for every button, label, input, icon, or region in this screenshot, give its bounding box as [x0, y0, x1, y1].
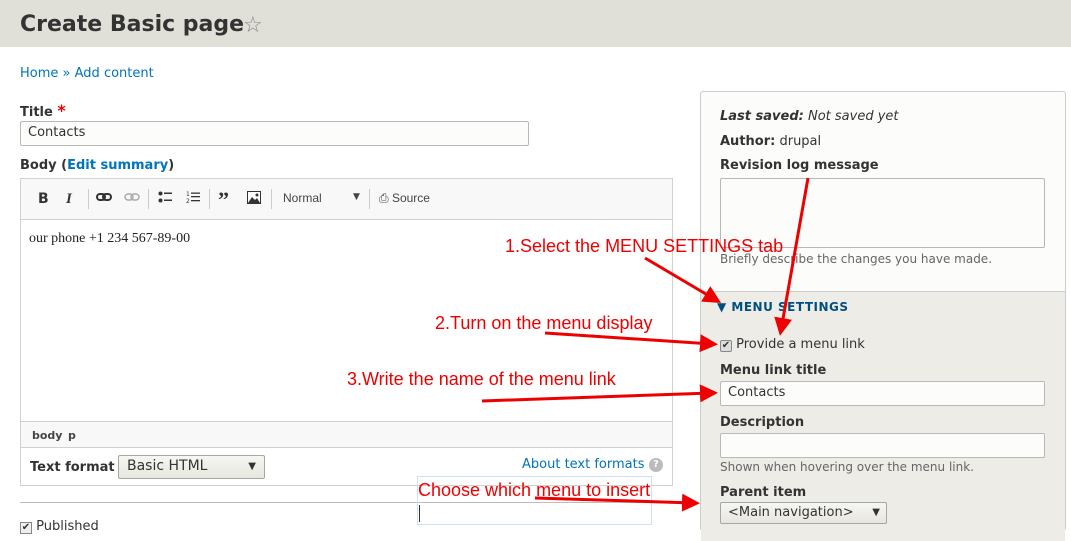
toolbar-separator: [369, 189, 370, 209]
body-label-end: ): [168, 158, 175, 173]
text-format-label: Text format: [30, 460, 115, 475]
menu-settings-tab[interactable]: ▼ MENU SETTINGS: [717, 300, 849, 314]
breadcrumb: Home » Add content: [20, 66, 154, 81]
toolbar-separator: [88, 189, 89, 209]
annotation-step4: Choose which menu to insert: [418, 480, 651, 500]
sidebar-meta: Last saved: Not saved yet Author: drupal…: [700, 91, 1066, 541]
text-format-select[interactable]: Basic HTML ▼: [118, 455, 265, 479]
italic-icon[interactable]: I: [66, 191, 72, 208]
body-label: Body (Edit summary): [20, 158, 174, 173]
menu-settings-label: MENU SETTINGS: [731, 300, 849, 314]
parent-item-label: Parent item: [720, 485, 807, 500]
text-cursor: [419, 505, 420, 522]
annotation-step2: 2.Turn on the menu display: [435, 313, 653, 333]
revision-label: Revision log message: [720, 158, 879, 173]
breadcrumb-home[interactable]: Home: [20, 66, 58, 81]
author-value: drupal: [779, 134, 822, 149]
format-select[interactable]: Normal: [283, 191, 322, 205]
bullet-list-icon[interactable]: [158, 190, 172, 208]
last-saved-value: Not saved yet: [807, 109, 899, 124]
help-icon[interactable]: ?: [649, 458, 663, 472]
last-saved-label: Last saved:: [720, 109, 804, 124]
last-saved: Last saved: Not saved yet: [720, 109, 899, 124]
path-body[interactable]: body: [32, 429, 62, 442]
menu-settings-section: ▼ MENU SETTINGS ✔ Provide a menu link Me…: [701, 291, 1065, 541]
svg-text:2: 2: [186, 198, 190, 204]
chevron-down-icon[interactable]: ▼: [353, 192, 360, 202]
description-help: Shown when hovering over the menu link.: [720, 460, 974, 474]
required-mark: *: [57, 101, 66, 120]
annotation-step3: 3.Write the name of the menu link: [347, 369, 616, 389]
description-input[interactable]: [720, 433, 1045, 458]
toolbar-separator: [271, 189, 272, 209]
editor-toolbar: B I 12 ” Normal ▼ ⎙ Source: [21, 179, 672, 220]
provide-menu-link-row[interactable]: ✔ Provide a menu link: [720, 337, 865, 352]
parent-item-value: <Main navigation>: [728, 505, 854, 520]
parent-item-select[interactable]: <Main navigation> ▼: [720, 502, 887, 524]
breadcrumb-add-content[interactable]: Add content: [75, 66, 154, 81]
svg-text:1: 1: [186, 191, 190, 198]
chevron-down-icon: ▼: [872, 507, 880, 518]
source-button[interactable]: ⎙ Source: [379, 191, 430, 206]
link-icon[interactable]: [96, 190, 112, 208]
title-label-text: Title: [20, 105, 53, 120]
menu-link-title-label: Menu link title: [720, 363, 827, 378]
author: Author: drupal: [720, 134, 821, 149]
star-outline-icon[interactable]: ☆: [243, 13, 263, 38]
body-label-text: Body (: [20, 158, 68, 173]
source-icon: ⎙: [379, 191, 389, 205]
unlink-icon[interactable]: [124, 190, 140, 208]
page-title: Create Basic page: [20, 12, 245, 37]
triangle-down-icon: ▼: [717, 300, 727, 314]
path-p[interactable]: p: [68, 429, 76, 442]
about-text-formats-link[interactable]: About text formats: [522, 457, 645, 472]
text-format-value: Basic HTML: [127, 458, 208, 474]
source-label: Source: [391, 191, 430, 205]
toolbar-separator: [209, 189, 210, 209]
element-path-bar: body p: [21, 421, 672, 448]
title-label: Title *: [20, 101, 66, 120]
published-checkbox[interactable]: ✔: [20, 522, 32, 534]
provide-menu-link-checkbox[interactable]: ✔: [720, 340, 732, 352]
image-icon[interactable]: [247, 191, 261, 208]
toolbar-separator: [148, 189, 149, 209]
provide-menu-link-label: Provide a menu link: [736, 337, 865, 352]
annotation-step1: 1.Select the MENU SETTINGS tab: [505, 236, 784, 256]
editor-content[interactable]: our phone +1 234 567-89-00: [29, 231, 190, 247]
numbered-list-icon[interactable]: 12: [186, 190, 200, 208]
author-label: Author:: [720, 134, 776, 149]
description-label: Description: [720, 415, 805, 430]
chevron-down-icon: ▼: [248, 461, 256, 472]
breadcrumb-separator: »: [62, 66, 71, 81]
edit-summary-link[interactable]: Edit summary: [67, 158, 168, 173]
title-input[interactable]: Contacts: [20, 121, 529, 146]
blockquote-icon[interactable]: ”: [218, 187, 229, 213]
bold-icon[interactable]: B: [38, 191, 49, 207]
menu-link-title-input[interactable]: Contacts: [720, 381, 1045, 406]
